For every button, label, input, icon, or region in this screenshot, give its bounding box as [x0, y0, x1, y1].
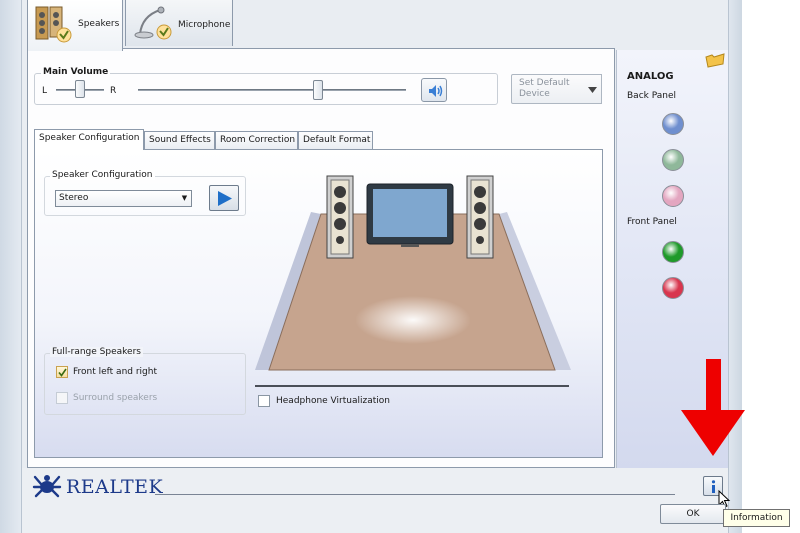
balance-right-label: R	[110, 86, 117, 96]
mute-button[interactable]	[421, 78, 447, 102]
window-left-border	[0, 0, 22, 533]
play-icon	[218, 191, 232, 206]
tab-microphone-label: Microphone	[178, 20, 231, 30]
set-default-device-label: Set Default Device	[519, 78, 570, 99]
microphone-icon	[134, 6, 172, 40]
analog-title: ANALOG	[627, 71, 674, 82]
red-arrow-annotation-shaft	[706, 359, 721, 411]
tab-microphone[interactable]: Microphone	[125, 0, 233, 46]
tab-speaker-configuration[interactable]: Speaker Configuration	[34, 129, 144, 150]
tab-speakers[interactable]: Speakers	[27, 0, 123, 51]
surround-speakers-label: Surround speakers	[73, 393, 158, 403]
back-jack-blue[interactable]	[662, 113, 684, 135]
speaker-volume-icon	[429, 85, 443, 97]
headphone-virtualization-checkbox[interactable]	[258, 395, 270, 407]
front-panel-label: Front Panel	[627, 217, 677, 227]
info-icon	[711, 480, 716, 493]
main-volume-label: Main Volume	[41, 67, 111, 77]
speaker-stage-illustration	[255, 175, 571, 371]
speaker-configuration-label: Speaker Configuration	[50, 170, 155, 180]
desktop-background	[742, 0, 800, 533]
volume-slider-thumb[interactable]	[312, 80, 323, 100]
play-test-button[interactable]	[209, 185, 239, 211]
full-range-speakers-label: Full-range Speakers	[50, 347, 143, 357]
balance-left-label: L	[42, 86, 48, 96]
balance-slider-thumb[interactable]	[75, 80, 85, 98]
realtek-brand: REALTEK	[66, 476, 164, 498]
volume-slider-track[interactable]	[138, 89, 406, 91]
speakers-icon	[35, 6, 72, 43]
check-icon	[58, 368, 67, 377]
set-default-device-dropdown[interactable]	[584, 74, 602, 104]
full-range-speakers-group	[44, 353, 246, 415]
headphone-virtualization-label: Headphone Virtualization	[276, 396, 390, 406]
front-left-right-label: Front left and right	[73, 367, 158, 377]
chevron-down-icon[interactable]: ▼	[178, 191, 191, 206]
tab-room-correction[interactable]: Room Correction	[215, 131, 298, 149]
stage-divider	[255, 385, 569, 387]
brand-divider	[155, 494, 675, 495]
front-jack-red[interactable]	[662, 277, 684, 299]
speaker-configuration-select[interactable]: Stereo	[55, 190, 192, 207]
back-jack-green[interactable]	[662, 149, 684, 171]
tab-speakers-label: Speakers	[78, 19, 120, 29]
ok-button[interactable]: OK	[660, 504, 726, 524]
surround-speakers-checkbox[interactable]	[56, 392, 68, 404]
realtek-crab-logo-icon	[32, 475, 62, 498]
information-tooltip: Information	[723, 509, 790, 527]
red-arrow-annotation-head	[681, 410, 745, 456]
tab-sound-effects[interactable]: Sound Effects	[144, 131, 215, 149]
tab-default-format[interactable]: Default Format	[298, 131, 373, 149]
folder-icon[interactable]	[705, 52, 725, 68]
front-jack-green[interactable]	[662, 241, 684, 263]
front-left-right-checkbox[interactable]	[56, 366, 68, 378]
chevron-down-icon	[588, 87, 597, 93]
back-panel-label: Back Panel	[627, 91, 676, 101]
back-jack-pink[interactable]	[662, 185, 684, 207]
